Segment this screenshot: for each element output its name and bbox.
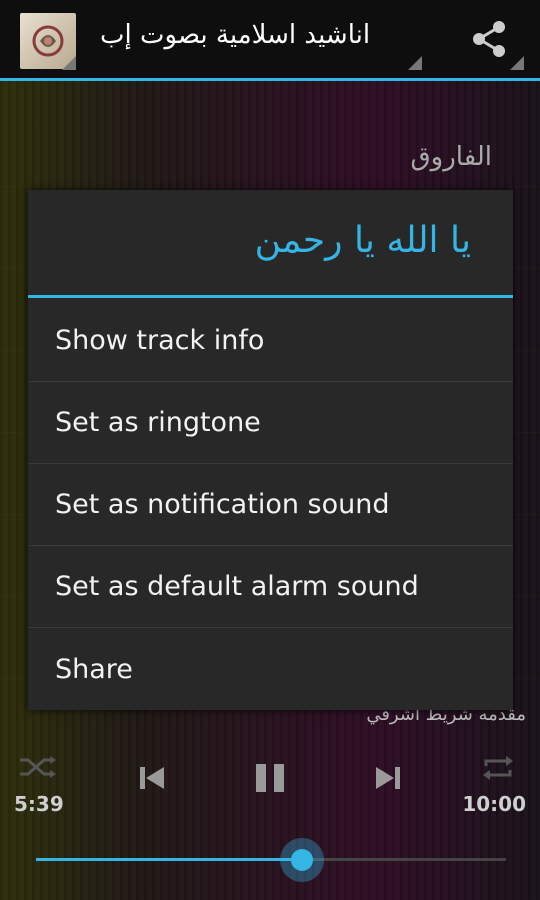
menu-item-set-as-ringtone[interactable]: Set as ringtone — [28, 382, 513, 464]
menu-item-set-as-notification-sound[interactable]: Set as notification sound — [28, 464, 513, 546]
pause-icon[interactable] — [250, 758, 290, 798]
context-menu-dialog: يا الله يا رحمن Show track info Set as r… — [28, 190, 513, 710]
menu-item-show-track-info[interactable]: Show track info — [28, 300, 513, 382]
app-icon-corner-marker — [62, 56, 76, 70]
action-bar: اناشيد اسلامية بصوت إب — [0, 0, 540, 81]
title-dropdown-marker — [408, 56, 422, 70]
menu-item-set-as-default-alarm-sound[interactable]: Set as default alarm sound — [28, 546, 513, 628]
total-duration: 10:00 — [462, 792, 526, 816]
seek-bar-thumb[interactable] — [279, 838, 324, 882]
dialog-header: يا الله يا رحمن — [28, 190, 513, 298]
next-icon[interactable] — [370, 760, 406, 796]
menu-item-share[interactable]: Share — [28, 628, 513, 710]
elapsed-time: 5:39 — [14, 792, 64, 816]
app-title: اناشيد اسلامية بصوت إب — [100, 20, 371, 50]
overflow-corner-marker — [510, 56, 524, 70]
repeat-icon[interactable] — [478, 750, 518, 786]
artist-name: الفاروق — [410, 142, 492, 172]
seek-bar[interactable] — [36, 838, 506, 882]
share-icon[interactable] — [465, 14, 515, 64]
shuffle-icon[interactable] — [16, 752, 60, 782]
previous-icon[interactable] — [134, 760, 170, 796]
player-controls — [0, 740, 540, 820]
dialog-title: يا الله يا رحمن — [254, 220, 471, 261]
seek-bar-progress — [36, 858, 302, 861]
